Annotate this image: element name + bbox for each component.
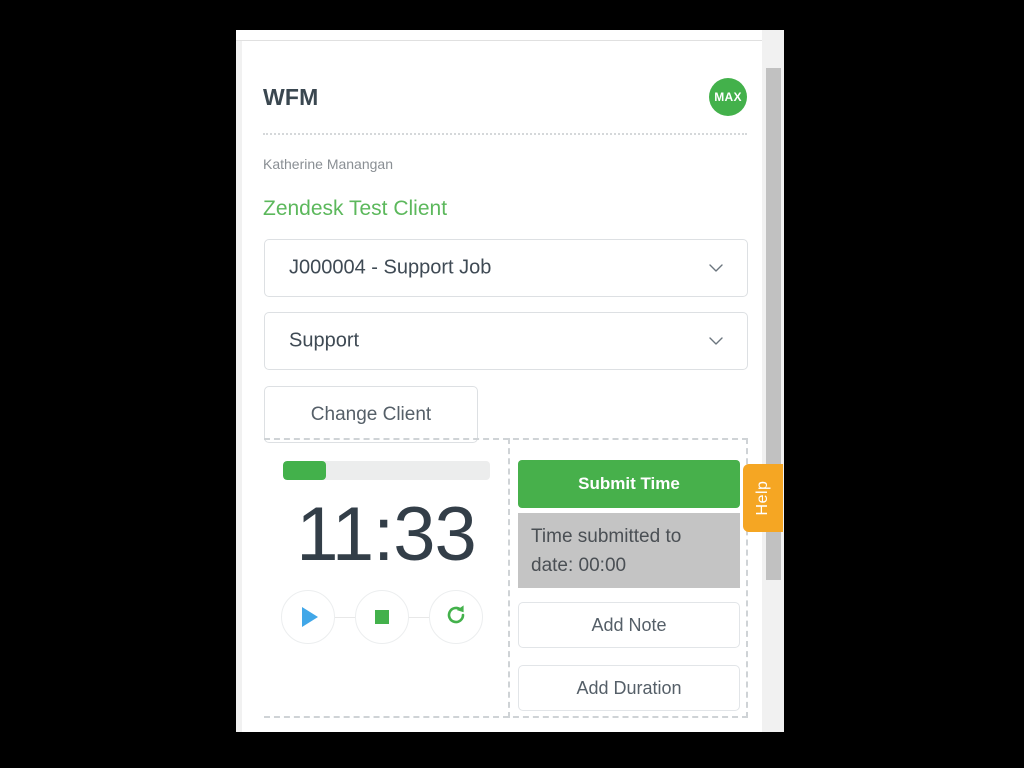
add-note-button[interactable]: Add Note xyxy=(518,602,740,648)
timer-controls xyxy=(281,588,493,646)
stop-button[interactable] xyxy=(355,590,409,644)
timer-display: 11:33 xyxy=(296,492,477,577)
vertical-scrollbar-track[interactable] xyxy=(762,30,784,732)
task-select-value: Support xyxy=(289,329,360,352)
screen-root: WFM MAX Katherine Manangan Zendesk Test … xyxy=(0,0,1024,768)
header: WFM MAX xyxy=(263,78,747,126)
help-tab-button[interactable]: Help xyxy=(743,464,783,532)
chevron-down-icon xyxy=(707,332,725,350)
timer-progress-bar xyxy=(283,461,490,480)
job-select-value: J000004 - Support Job xyxy=(289,256,492,279)
time-submitted-status: Time submitted to date: 00:00 xyxy=(518,513,740,588)
task-select[interactable]: Support xyxy=(264,312,748,370)
job-select[interactable]: J000004 - Support Job xyxy=(264,239,748,297)
stop-icon xyxy=(375,610,389,624)
play-icon xyxy=(302,607,318,627)
panel-top-strip xyxy=(236,30,762,41)
avatar[interactable]: MAX xyxy=(709,78,747,116)
reset-icon xyxy=(444,603,468,632)
reset-button[interactable] xyxy=(429,590,483,644)
help-tab-label: Help xyxy=(754,480,771,516)
header-divider xyxy=(263,133,747,135)
change-client-button[interactable]: Change Client xyxy=(264,386,478,443)
chevron-down-icon xyxy=(707,259,725,277)
timer-progress-fill xyxy=(283,461,327,480)
client-name[interactable]: Zendesk Test Client xyxy=(263,197,447,221)
play-button[interactable] xyxy=(281,590,335,644)
user-name: Katherine Manangan xyxy=(263,156,393,172)
submit-time-button[interactable]: Submit Time xyxy=(518,460,740,508)
app-panel: WFM MAX Katherine Manangan Zendesk Test … xyxy=(236,30,784,732)
add-duration-button[interactable]: Add Duration xyxy=(518,665,740,711)
page-title: WFM xyxy=(263,84,319,110)
